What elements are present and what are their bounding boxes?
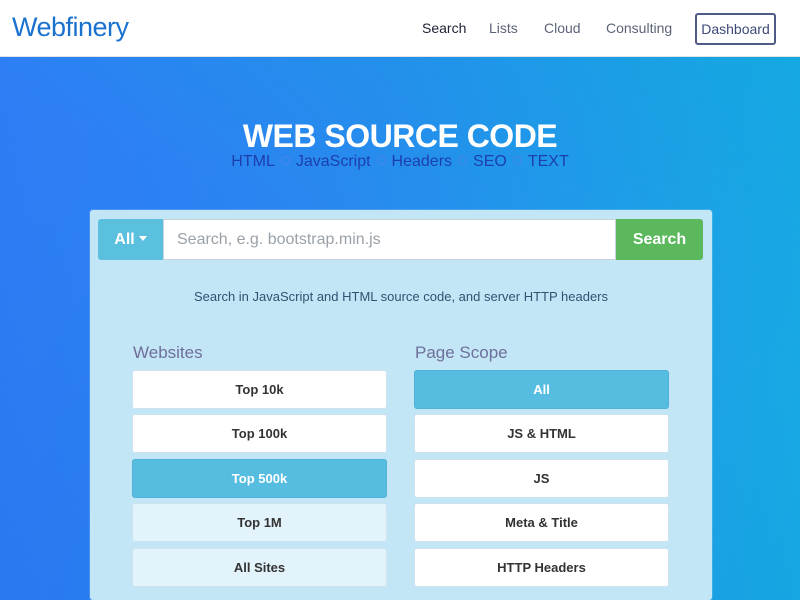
nav-link-consulting[interactable]: Consulting — [606, 20, 672, 36]
search-button[interactable]: Search — [616, 219, 703, 260]
search-helper-text: Search in JavaScript and HTML source cod… — [193, 289, 609, 304]
websites-option-top-10k[interactable]: Top 10k — [132, 370, 387, 409]
page-scope-heading: Page Scope — [415, 343, 508, 362]
page-scope-option-js[interactable]: JS — [414, 459, 669, 498]
logo[interactable]: Webfinery — [12, 12, 129, 43]
dashboard-button[interactable]: Dashboard — [695, 13, 776, 45]
websites-option-top-100k[interactable]: Top 100k — [132, 414, 387, 453]
circle-bullet-icon — [376, 156, 386, 166]
hero-title: WEB SOURCE CODE — [242, 118, 558, 154]
circle-bullet-icon — [280, 156, 290, 166]
websites-option-top-500k[interactable]: Top 500k — [132, 459, 387, 498]
subtitle-item-html: HTML — [231, 153, 275, 170]
websites-option-top-1m[interactable]: Top 1M — [132, 503, 387, 542]
websites-option-all-sites[interactable]: All Sites — [132, 548, 387, 587]
nav-link-lists[interactable]: Lists — [489, 20, 518, 36]
scope-dropdown[interactable]: All — [98, 219, 163, 260]
hero-subtitle: HTML JavaScript Headers SEO TEXT — [0, 153, 800, 171]
page-scope-option-meta-title[interactable]: Meta & Title — [414, 503, 669, 542]
scope-dropdown-label: All — [114, 231, 135, 248]
search-input[interactable] — [163, 219, 616, 260]
top-navbar: Webfinery Search Lists Cloud Consulting … — [0, 0, 800, 57]
subtitle-item-text: TEXT — [527, 153, 569, 170]
websites-heading: Websites — [133, 343, 203, 362]
nav-link-cloud[interactable]: Cloud — [544, 20, 581, 36]
caret-down-icon — [138, 236, 147, 242]
subtitle-item-headers: Headers — [391, 153, 453, 170]
subtitle-item-javascript: JavaScript — [295, 153, 371, 170]
nav-link-search[interactable]: Search — [422, 20, 466, 36]
page-scope-option-all[interactable]: All — [414, 370, 669, 409]
circle-bullet-icon — [512, 156, 522, 166]
page-scope-option-js-html[interactable]: JS & HTML — [414, 414, 669, 453]
circle-bullet-icon — [458, 156, 468, 166]
subtitle-item-seo: SEO — [473, 153, 507, 170]
page-scope-option-http-headers[interactable]: HTTP Headers — [414, 548, 669, 587]
